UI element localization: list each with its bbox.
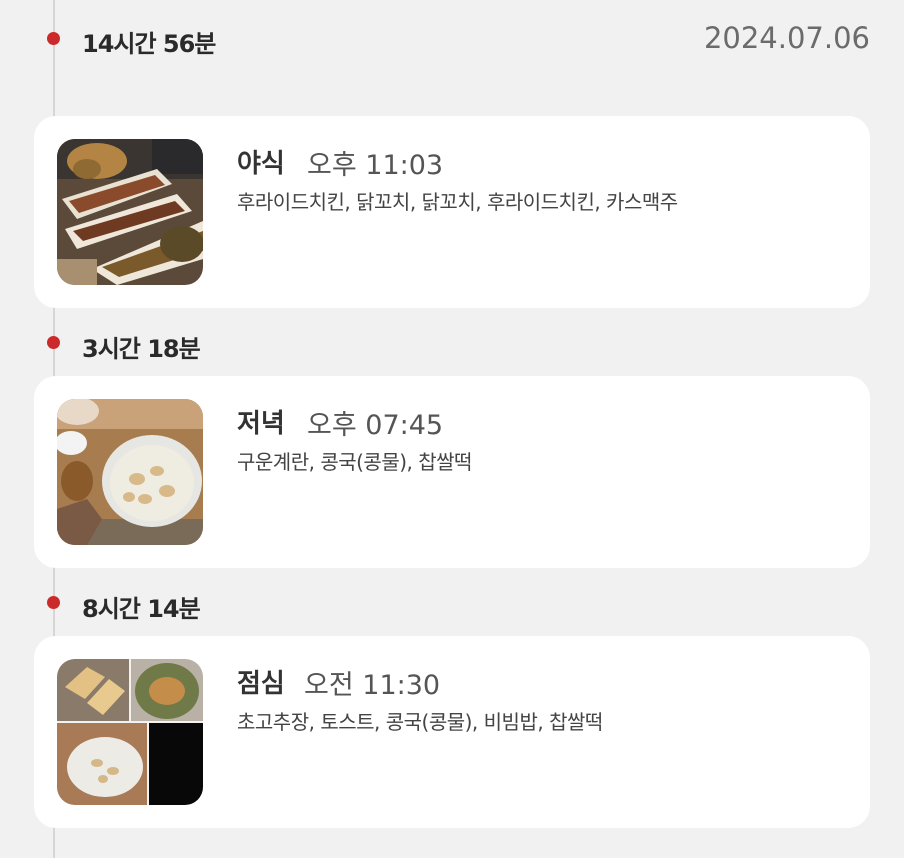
meal-photo[interactable]: [57, 139, 203, 285]
meal-photo[interactable]: [57, 399, 203, 545]
meal-time-label: 오후 11:03: [307, 150, 444, 181]
meal-type-label: 점심: [237, 669, 285, 699]
meal-foods-label: 구운계란, 콩국(콩물), 찹쌀떡: [237, 450, 472, 474]
timeline-gap: 8시간 14분: [0, 583, 904, 623]
meal-card-lunch[interactable]: 점심 오전 11:30 초고추장, 토스트, 콩국(콩물), 비빔밥, 찹쌀떡: [34, 636, 870, 828]
meal-card-late-night[interactable]: 야식 오후 11:03 후라이드치킨, 닭꼬치, 닭꼬치, 후라이드치킨, 카스…: [34, 116, 870, 308]
meal-foods-label: 초고추장, 토스트, 콩국(콩물), 비빔밥, 찹쌀떡: [237, 710, 603, 734]
timeline-dot: [47, 596, 60, 609]
elapsed-time-label: 14시간 56분: [82, 30, 216, 58]
meal-card-dinner[interactable]: 저녁 오후 07:45 구운계란, 콩국(콩물), 찹쌀떡: [34, 376, 870, 568]
meal-time-label: 오후 07:45: [307, 410, 444, 441]
elapsed-time-label: 8시간 14분: [82, 595, 201, 623]
meal-type-label: 야식: [237, 149, 285, 179]
date-label: 2024.07.06: [703, 21, 870, 55]
timeline-gap: 3시간 18분: [0, 323, 904, 363]
timeline-dot: [47, 32, 60, 45]
timeline-dot: [47, 336, 60, 349]
meal-time-label: 오전 11:30: [304, 670, 441, 701]
elapsed-time-label: 3시간 18분: [82, 335, 201, 363]
meal-foods-label: 후라이드치킨, 닭꼬치, 닭꼬치, 후라이드치킨, 카스맥주: [237, 190, 678, 214]
meal-photo[interactable]: [57, 659, 203, 805]
meal-type-label: 저녁: [237, 409, 285, 439]
